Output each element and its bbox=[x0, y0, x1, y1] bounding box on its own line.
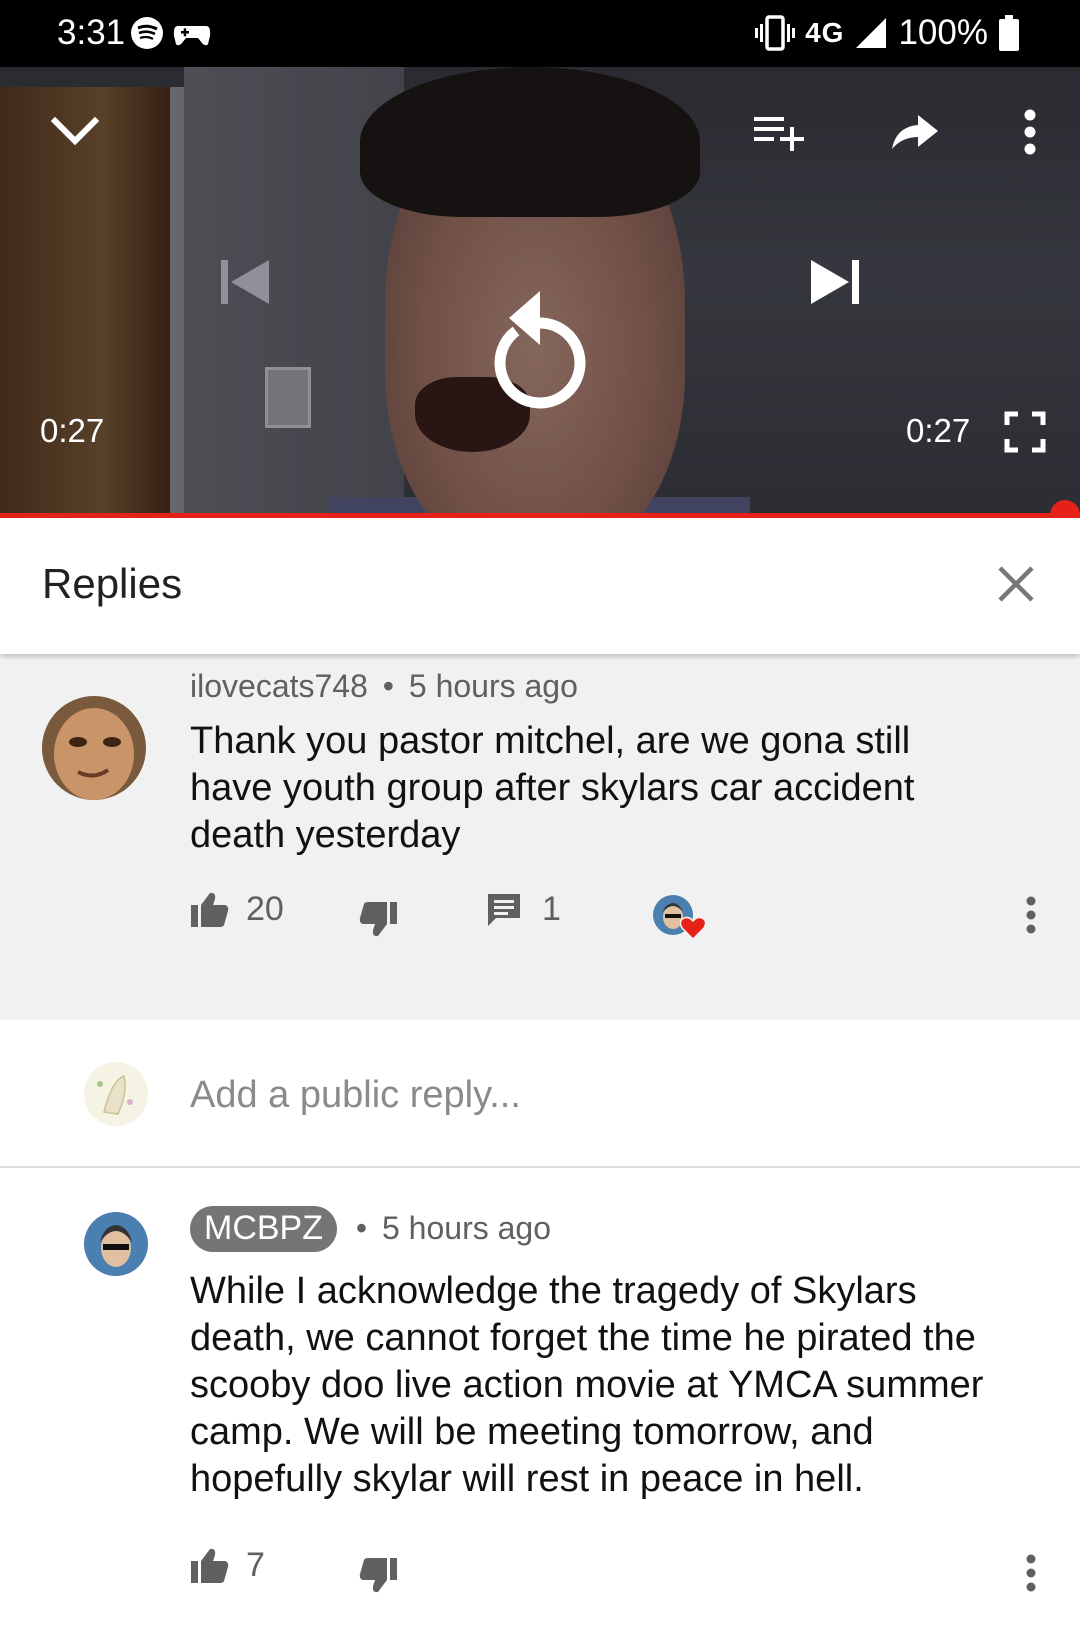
avatar[interactable] bbox=[42, 696, 146, 800]
status-bar: 3:31 4G 100% bbox=[0, 0, 1080, 67]
add-reply-row bbox=[0, 1020, 1080, 1168]
previous-icon bbox=[221, 260, 269, 304]
previous-button[interactable] bbox=[205, 242, 285, 322]
more-vert-icon bbox=[1026, 1554, 1036, 1592]
my-avatar bbox=[84, 1062, 148, 1126]
battery-level: 100% bbox=[898, 13, 988, 52]
comment-icon bbox=[488, 893, 520, 926]
comment-meta: MCBPZ • 5 hours ago bbox=[190, 1206, 551, 1252]
add-reply-input[interactable] bbox=[190, 1072, 1010, 1118]
replay-icon bbox=[494, 291, 586, 409]
current-time: 0:27 bbox=[40, 412, 105, 449]
replay-button[interactable] bbox=[480, 282, 600, 412]
comment-more-button[interactable] bbox=[1016, 892, 1046, 938]
avatar-image bbox=[84, 1062, 148, 1126]
avatar[interactable] bbox=[84, 1212, 148, 1276]
gamepad-icon bbox=[173, 26, 211, 46]
add-to-playlist-icon bbox=[754, 117, 804, 151]
more-options-button[interactable] bbox=[1005, 102, 1055, 162]
meta-separator: • bbox=[382, 668, 394, 704]
spotify-icon bbox=[131, 17, 163, 49]
reply-count: 1 bbox=[542, 890, 561, 928]
creator-heart bbox=[652, 894, 712, 944]
thumbs-down-icon bbox=[359, 1558, 397, 1593]
avatar-image bbox=[42, 696, 146, 800]
fullscreen-button[interactable] bbox=[995, 402, 1055, 462]
parent-comment: ilovecats748 • 5 hours ago Thank you pas… bbox=[0, 654, 1080, 1020]
comment-text: Thank you pastor mitchel, are we gona st… bbox=[190, 720, 915, 856]
share-icon bbox=[892, 115, 938, 149]
comment-age: 5 hours ago bbox=[381, 1210, 551, 1246]
network-type: 4G bbox=[805, 17, 845, 48]
creator-author-badge[interactable]: MCBPZ bbox=[190, 1206, 337, 1252]
fullscreen-icon bbox=[1004, 411, 1046, 453]
next-button[interactable] bbox=[795, 242, 875, 322]
reply-comment: MCBPZ • 5 hours ago While I acknowledge … bbox=[0, 1168, 1080, 1641]
thumbs-up-icon bbox=[191, 892, 229, 927]
comment-meta: ilovecats748 • 5 hours ago bbox=[190, 668, 578, 705]
heart-icon bbox=[680, 916, 706, 940]
reply-count-button[interactable]: 1 bbox=[486, 890, 561, 929]
more-vert-icon bbox=[1026, 896, 1036, 934]
chevron-down-icon bbox=[50, 116, 100, 146]
comment-age: 5 hours ago bbox=[408, 668, 578, 704]
like-count: 7 bbox=[246, 1546, 265, 1584]
next-icon bbox=[811, 260, 859, 304]
video-player[interactable]: 0:27 0:27 bbox=[0, 67, 1080, 515]
signal-icon bbox=[856, 18, 887, 48]
meta-separator: • bbox=[355, 1210, 368, 1246]
comment-text: While I acknowledge the tragedy of Skyla… bbox=[190, 1270, 984, 1500]
like-button[interactable]: 7 bbox=[190, 1546, 265, 1585]
add-to-playlist-button[interactable] bbox=[745, 102, 815, 162]
dislike-button[interactable] bbox=[358, 900, 398, 938]
thumbs-down-icon bbox=[359, 902, 397, 937]
close-replies-button[interactable] bbox=[988, 556, 1044, 612]
battery-icon bbox=[999, 15, 1019, 51]
comment-author[interactable]: ilovecats748 bbox=[190, 668, 368, 704]
replies-title: Replies bbox=[42, 560, 183, 607]
duration: 0:27 bbox=[906, 412, 971, 449]
avatar-image bbox=[84, 1212, 148, 1276]
like-button[interactable]: 20 bbox=[190, 890, 284, 929]
minimize-button[interactable] bbox=[40, 102, 110, 162]
share-button[interactable] bbox=[880, 102, 950, 162]
vibrate-icon bbox=[755, 15, 796, 51]
thumbs-up-icon bbox=[191, 1548, 229, 1583]
close-icon bbox=[998, 566, 1034, 602]
replies-header: Replies bbox=[0, 518, 1080, 654]
status-time: 3:31 bbox=[57, 13, 126, 52]
more-vert-icon bbox=[1024, 109, 1036, 155]
comment-more-button[interactable] bbox=[1016, 1550, 1046, 1596]
dislike-button[interactable] bbox=[358, 1556, 398, 1594]
like-count: 20 bbox=[246, 890, 284, 928]
